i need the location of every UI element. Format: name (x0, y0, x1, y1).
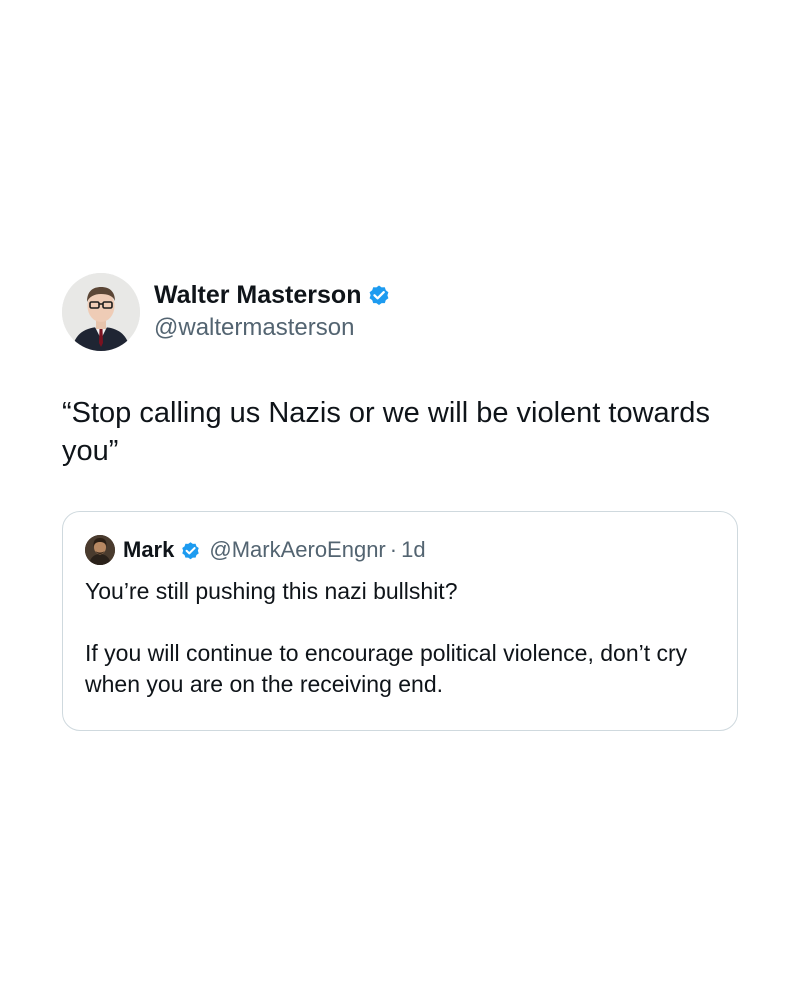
person-avatar-icon (62, 273, 140, 351)
quoted-post-text: You’re still pushing this nazi bullshit?… (85, 578, 688, 697)
person-avatar-icon (85, 535, 115, 565)
author-avatar[interactable] (62, 273, 140, 351)
author-name-line: Walter Masterson (154, 280, 391, 310)
verified-badge-icon (182, 541, 200, 559)
quoted-author-avatar[interactable] (85, 535, 115, 565)
main-post: Walter Masterson @waltermasterson “Stop … (62, 272, 742, 470)
author-meta: Walter Masterson @waltermasterson (154, 280, 391, 344)
meta-separator: · (389, 537, 398, 562)
author-handle[interactable]: @waltermasterson (154, 312, 391, 344)
post-author-row: Walter Masterson @waltermasterson (62, 272, 742, 352)
quoted-post-card[interactable]: Mark @MarkAeroEngnr · 1d You’re still pu… (62, 511, 738, 731)
post-text: “Stop calling us Nazis or we will be vio… (62, 397, 719, 467)
quoted-post-header: Mark @MarkAeroEngnr · 1d (85, 534, 715, 566)
quoted-author-handle[interactable]: @MarkAeroEngnr (209, 537, 385, 563)
quoted-post-timestamp[interactable]: 1d (401, 537, 425, 563)
quoted-author-display-name[interactable]: Mark (123, 537, 174, 563)
verified-badge-icon (370, 285, 389, 305)
author-display-name[interactable]: Walter Masterson (154, 280, 361, 310)
